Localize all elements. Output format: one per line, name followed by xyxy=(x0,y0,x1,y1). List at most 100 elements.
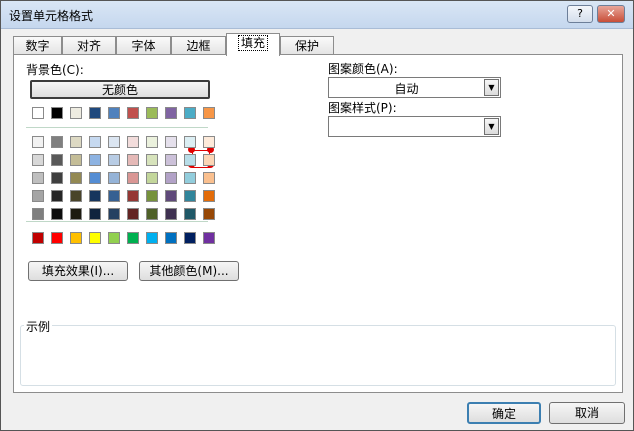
color-swatch[interactable] xyxy=(203,107,215,119)
color-swatch[interactable] xyxy=(32,172,44,184)
color-swatch[interactable] xyxy=(203,208,215,220)
title-bar: 设置单元格格式 ? ✕ xyxy=(1,1,633,29)
color-swatch[interactable] xyxy=(108,172,120,184)
color-swatch[interactable] xyxy=(108,190,120,202)
tab-fill[interactable]: 填充 xyxy=(226,33,280,56)
color-swatch[interactable] xyxy=(70,208,82,220)
color-swatch[interactable] xyxy=(165,154,177,166)
color-swatch[interactable] xyxy=(32,136,44,148)
format-cells-dialog: 设置单元格格式 ? ✕ 数字 对齐 字体 边框 填充 保护 背景色(C): 无颜… xyxy=(0,0,634,431)
color-swatch[interactable] xyxy=(203,232,215,244)
color-swatch[interactable] xyxy=(32,107,44,119)
color-swatch[interactable] xyxy=(127,136,139,148)
sample-label: 示例 xyxy=(24,318,53,335)
color-swatch[interactable] xyxy=(184,172,196,184)
color-swatch[interactable] xyxy=(127,208,139,220)
color-swatch[interactable] xyxy=(89,136,101,148)
color-swatch[interactable] xyxy=(127,232,139,244)
color-swatch[interactable] xyxy=(108,232,120,244)
color-swatch[interactable] xyxy=(184,136,196,148)
color-swatch[interactable] xyxy=(32,232,44,244)
fill-effects-button[interactable]: 填充效果(I)... xyxy=(28,261,128,281)
color-swatch[interactable] xyxy=(146,154,158,166)
color-swatch[interactable] xyxy=(146,136,158,148)
tab-number[interactable]: 数字 xyxy=(13,36,62,55)
color-swatch[interactable] xyxy=(51,107,63,119)
color-swatch[interactable] xyxy=(51,232,63,244)
color-swatch[interactable] xyxy=(89,154,101,166)
color-swatch[interactable] xyxy=(108,154,120,166)
color-swatch[interactable] xyxy=(184,107,196,119)
color-swatch[interactable] xyxy=(70,154,82,166)
color-swatch[interactable] xyxy=(51,172,63,184)
color-swatch[interactable] xyxy=(32,190,44,202)
color-swatch[interactable] xyxy=(184,190,196,202)
color-swatch[interactable] xyxy=(146,172,158,184)
color-swatch[interactable] xyxy=(51,190,63,202)
color-swatch[interactable] xyxy=(165,136,177,148)
color-swatch[interactable] xyxy=(89,190,101,202)
tab-protection[interactable]: 保护 xyxy=(280,36,334,55)
ok-button[interactable]: 确定 xyxy=(467,402,541,424)
color-swatch[interactable] xyxy=(165,208,177,220)
color-swatch[interactable] xyxy=(203,136,215,148)
pattern-color-select[interactable]: 自动 ▼ xyxy=(328,77,501,98)
color-swatch[interactable] xyxy=(184,154,196,166)
chevron-down-icon[interactable]: ▼ xyxy=(484,118,499,135)
pattern-style-select[interactable]: ▼ xyxy=(328,116,501,137)
color-swatch[interactable] xyxy=(32,208,44,220)
color-swatch[interactable] xyxy=(89,107,101,119)
color-swatch[interactable] xyxy=(203,190,215,202)
color-swatch[interactable] xyxy=(127,172,139,184)
color-swatch[interactable] xyxy=(146,232,158,244)
help-button[interactable]: ? xyxy=(567,5,593,23)
no-color-button[interactable]: 无颜色 xyxy=(30,80,210,99)
more-colors-button[interactable]: 其他颜色(M)... xyxy=(139,261,239,281)
tab-border[interactable]: 边框 xyxy=(171,36,226,55)
color-swatch[interactable] xyxy=(32,154,44,166)
color-swatch[interactable] xyxy=(165,190,177,202)
color-swatch[interactable] xyxy=(89,172,101,184)
tab-alignment[interactable]: 对齐 xyxy=(62,36,116,55)
color-swatch[interactable] xyxy=(108,107,120,119)
tab-label: 填充 xyxy=(237,35,268,51)
tab-label: 边框 xyxy=(186,39,211,53)
color-swatch[interactable] xyxy=(165,172,177,184)
color-swatch[interactable] xyxy=(127,154,139,166)
color-swatch[interactable] xyxy=(146,190,158,202)
color-swatch[interactable] xyxy=(89,208,101,220)
tab-font[interactable]: 字体 xyxy=(116,36,171,55)
color-swatch[interactable] xyxy=(89,232,101,244)
tab-label: 数字 xyxy=(25,39,50,53)
color-swatch[interactable] xyxy=(51,154,63,166)
color-swatch[interactable] xyxy=(70,136,82,148)
color-swatch[interactable] xyxy=(165,232,177,244)
sample-preview xyxy=(20,325,616,386)
tab-label: 保护 xyxy=(294,39,319,53)
pattern-color-value: 自动 xyxy=(394,82,419,96)
color-swatch[interactable] xyxy=(70,232,82,244)
palette-separator xyxy=(26,127,208,128)
color-swatch[interactable] xyxy=(165,107,177,119)
color-swatch[interactable] xyxy=(146,208,158,220)
color-swatch[interactable] xyxy=(70,190,82,202)
cancel-button[interactable]: 取消 xyxy=(549,402,625,424)
color-swatch[interactable] xyxy=(146,107,158,119)
close-button[interactable]: ✕ xyxy=(597,5,625,23)
color-swatch[interactable] xyxy=(127,107,139,119)
color-swatch[interactable] xyxy=(51,208,63,220)
color-swatch[interactable] xyxy=(70,107,82,119)
color-swatch[interactable] xyxy=(108,208,120,220)
color-swatch[interactable] xyxy=(70,172,82,184)
color-swatch[interactable] xyxy=(203,154,215,166)
color-swatch[interactable] xyxy=(51,136,63,148)
color-swatch[interactable] xyxy=(108,136,120,148)
palette-separator xyxy=(26,221,208,222)
color-swatch[interactable] xyxy=(127,190,139,202)
color-swatch[interactable] xyxy=(184,232,196,244)
chevron-down-icon[interactable]: ▼ xyxy=(484,79,499,96)
fill-panel: 背景色(C): 无颜色 填充效果(I)... 其他颜色(M)... 图案颜色(A… xyxy=(13,54,623,393)
color-swatch[interactable] xyxy=(184,208,196,220)
background-color-label: 背景色(C): xyxy=(26,63,84,77)
color-swatch[interactable] xyxy=(203,172,215,184)
